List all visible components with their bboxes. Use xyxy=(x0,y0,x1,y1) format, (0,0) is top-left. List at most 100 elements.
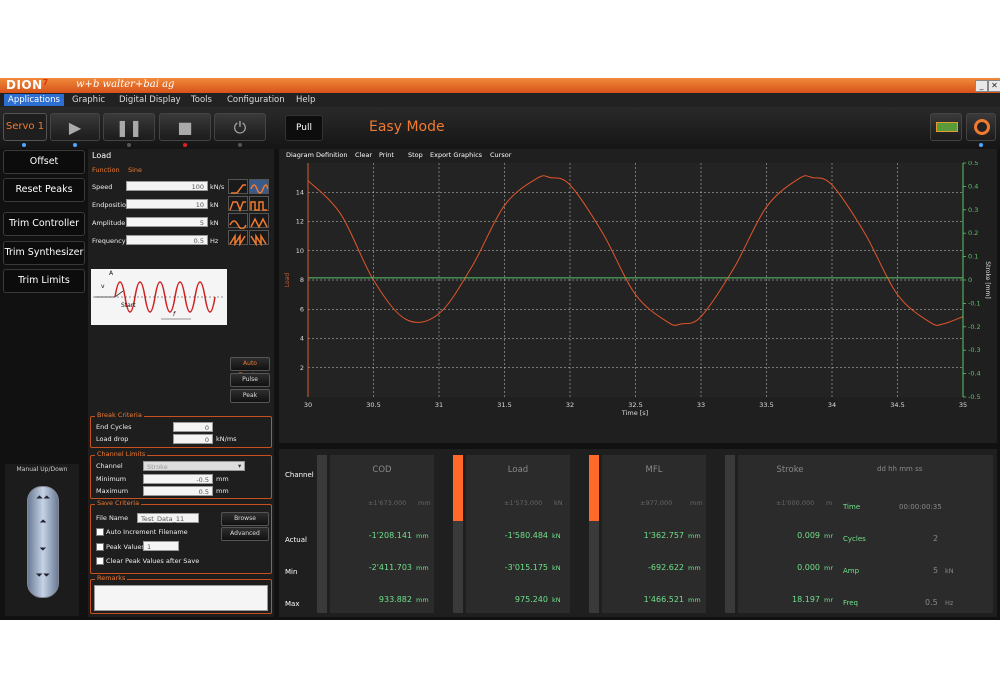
fast-down-button[interactable]: ⏷⏷ xyxy=(28,571,58,585)
peak-button[interactable]: Peak xyxy=(230,389,270,403)
fast-up-button[interactable]: ⏶⏶ xyxy=(28,493,58,507)
x-axis-label: Time [s] xyxy=(621,409,648,417)
advanced-button[interactable]: Advanced xyxy=(221,527,269,541)
amplitude-label: Amplitude xyxy=(92,219,126,227)
amplitude-field[interactable]: 5 xyxy=(126,217,208,227)
chart-panel: Diagram Definition Clear Print Stop Expo… xyxy=(279,149,997,443)
up-button[interactable]: ⏶ xyxy=(28,517,58,531)
specimen-icon xyxy=(936,122,958,132)
chart-menu-clear[interactable]: Clear xyxy=(355,151,372,159)
pull-button[interactable]: Pull xyxy=(285,115,323,141)
menu-applications[interactable]: Applications xyxy=(4,94,64,106)
menu-tools[interactable]: Tools xyxy=(187,94,216,106)
remarks-textarea[interactable] xyxy=(94,585,268,611)
minimum-unit: mm xyxy=(216,475,229,483)
y-tick-label: 14 xyxy=(296,188,304,196)
specimen-button[interactable] xyxy=(930,113,962,141)
channel-max-value: 975.240 xyxy=(514,595,548,604)
timing-column: dd hh mm ss Time 00:00:00:35 Cycles 2 Am… xyxy=(833,455,993,613)
end-cycles-field[interactable]: 0 xyxy=(173,422,213,432)
channel-level-bar xyxy=(589,455,599,613)
maximum-field[interactable]: 0.5 xyxy=(143,486,213,496)
peak-values-count-field[interactable]: 1 xyxy=(143,541,179,551)
function-value: Sine xyxy=(128,166,143,174)
servo-selector[interactable]: Servo 1 xyxy=(3,113,47,141)
chart-menu-export-graphics[interactable]: Export Graphics xyxy=(430,151,482,159)
freq-value: 0.5 xyxy=(925,598,938,607)
ramp-waveform-button[interactable] xyxy=(228,179,248,194)
auto-zeroing-button[interactable]: Auto Zeroing xyxy=(230,357,270,379)
function-label: Function xyxy=(92,166,120,174)
channel-column: MFL ±977.000 mm 1'362.757 mm -692.622 mm 1'466.… xyxy=(602,455,706,613)
manual-jog-panel: Manual Up/Down ⏶⏶ ⏶ ⏷ ⏷⏷ xyxy=(5,464,79,616)
menu-help[interactable]: Help xyxy=(292,94,319,106)
trim-controller-button[interactable]: Trim Controller xyxy=(3,212,85,236)
sawtooth-waveform-button[interactable] xyxy=(228,230,248,247)
channel-name: COD xyxy=(372,465,392,475)
speed-field[interactable]: 100 xyxy=(126,181,208,191)
endposition-field[interactable]: 10 xyxy=(126,199,208,209)
remarks-title: Remarks xyxy=(95,574,128,582)
reverse-sawtooth-button[interactable] xyxy=(249,230,269,247)
menu-graphic[interactable]: Graphic xyxy=(68,94,109,106)
sine-burst-button[interactable] xyxy=(228,213,248,230)
pause-button[interactable]: ❚❚ xyxy=(103,113,155,147)
offset-button[interactable]: Offset xyxy=(3,150,85,174)
channel-select[interactable]: Stroke xyxy=(143,461,245,471)
row-label-max: Max xyxy=(285,600,300,608)
load-time-chart[interactable]: 30 30.5 31 31.5 32 32.5 33 33.5 34 34.5 35 2 4 6 8 10 1… xyxy=(279,161,997,443)
y2-tick-label: 0.5 xyxy=(968,161,978,167)
reset-peaks-button[interactable]: Reset Peaks xyxy=(3,178,85,202)
channel-min-value: -3'015.175 xyxy=(504,563,548,572)
down-button[interactable]: ⏷ xyxy=(28,545,58,559)
square-waveform-button[interactable] xyxy=(249,196,269,211)
menu-digital-display[interactable]: Digital Display xyxy=(115,94,185,106)
pulse-button[interactable]: Pulse xyxy=(230,373,270,387)
peak-values-checkbox[interactable] xyxy=(96,543,104,551)
auto-increment-checkbox[interactable] xyxy=(96,528,104,536)
load-panel-title: Load xyxy=(92,151,112,160)
trapezoid-waveform-button[interactable] xyxy=(228,196,248,213)
browse-button[interactable]: Browse xyxy=(221,512,269,526)
chart-menu-diagram-definition[interactable]: Diagram Definition xyxy=(286,151,347,159)
stop-button[interactable]: ■ xyxy=(159,113,211,147)
trim-limits-button[interactable]: Trim Limits xyxy=(3,269,85,293)
channel-column: COD ±1'673.000 mm -1'208.141 mm -2'411.703 mm 9… xyxy=(330,455,434,613)
sine-waveform-button[interactable] xyxy=(249,179,269,194)
triangle-waveform-button[interactable] xyxy=(249,213,269,229)
ramp-icon xyxy=(231,184,246,194)
close-button[interactable]: ✕ xyxy=(988,80,1000,92)
play-button[interactable]: ▶ xyxy=(50,113,100,147)
chart-menu-print[interactable]: Print xyxy=(379,151,394,159)
minimize-button[interactable]: _ xyxy=(975,80,988,92)
minimum-field[interactable]: -0.5 xyxy=(143,474,213,484)
clear-peaks-checkbox[interactable] xyxy=(96,557,104,565)
sawtooth-icon xyxy=(229,233,246,247)
record-icon xyxy=(974,119,990,135)
menu-configuration[interactable]: Configuration xyxy=(223,94,289,106)
endposition-unit: kN xyxy=(210,201,219,209)
jog-control: ⏶⏶ ⏶ ⏷ ⏷⏷ xyxy=(27,486,59,598)
channel-column: Load ±1'573.000 kN -1'580.484 kN -3'015.175 kN… xyxy=(466,455,570,613)
menu-bar: Applications Graphic Digital Display Too… xyxy=(0,93,1000,107)
power-button[interactable]: ⏻ xyxy=(214,113,266,147)
record-button[interactable] xyxy=(966,113,996,147)
channel-max-value: 933.882 xyxy=(378,595,412,604)
channel-actual-value: -1'580.484 xyxy=(504,531,548,540)
chart-menu-stop[interactable]: Stop xyxy=(408,151,423,159)
diagram-start-label: Start xyxy=(121,302,136,309)
auto-increment-label: Auto Increment Filename xyxy=(106,528,188,536)
load-drop-field[interactable]: 0 xyxy=(173,434,213,444)
channel-name: Load xyxy=(507,465,529,475)
x-tick-label: 31 xyxy=(435,401,443,409)
channel-actual-value: 0.009 xyxy=(797,531,820,540)
frequency-label: Frequency xyxy=(92,237,126,245)
amplitude-unit: kN xyxy=(210,219,219,227)
save-criteria-group: Save Criteria File Name Test_Data_11 Bro… xyxy=(90,499,272,574)
channel-range-unit: kN xyxy=(554,499,563,507)
file-name-field[interactable]: Test_Data_11 xyxy=(137,513,199,523)
chart-menu-cursor[interactable]: Cursor xyxy=(490,151,511,159)
trim-synthesizer-button[interactable]: Trim Synthesizer xyxy=(3,241,85,265)
x-tick-label: 30 xyxy=(304,401,312,409)
frequency-field[interactable]: 0.5 xyxy=(126,235,208,245)
